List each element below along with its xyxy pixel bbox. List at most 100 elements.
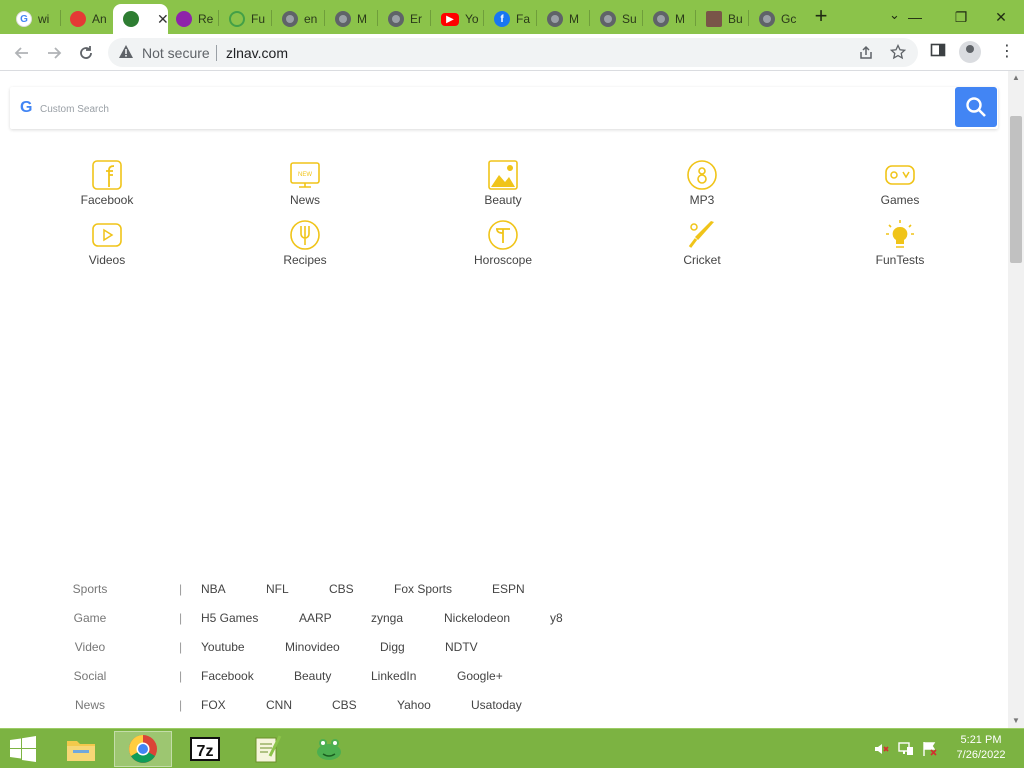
link-item[interactable]: Fox Sports (394, 582, 452, 596)
search-icon (966, 97, 986, 117)
link-item[interactable]: NDTV (445, 640, 478, 654)
category-cricket[interactable]: Cricket (642, 219, 762, 267)
link-item[interactable]: Beauty (294, 669, 331, 683)
tab-10[interactable]: f Fa (484, 4, 534, 34)
new-tab-button[interactable]: + (809, 5, 833, 29)
link-row-label[interactable]: Video (64, 640, 116, 654)
tab-2[interactable]: An (60, 4, 110, 34)
tab-5[interactable]: Fu (219, 4, 269, 34)
close-window-button[interactable]: ✕ (978, 0, 1024, 34)
category-recipes[interactable]: Recipes (245, 219, 365, 267)
link-item[interactable]: zynga (371, 611, 403, 625)
windows-taskbar: 7z 5:21 PM 7/26/2022 (0, 728, 1024, 768)
link-row-label[interactable]: Game (64, 611, 116, 625)
link-item[interactable]: NFL (266, 582, 289, 596)
security-status[interactable]: Not secure (142, 45, 210, 61)
link-item[interactable]: Yahoo (397, 698, 431, 712)
start-button[interactable] (6, 735, 40, 763)
tab-12[interactable]: Su (590, 4, 640, 34)
news-icon: NEW (290, 162, 320, 188)
taskbar-notepad-plus-plus[interactable] (238, 731, 296, 767)
reload-button[interactable] (73, 40, 99, 66)
page-scrollbar[interactable]: ▲ ▼ (1008, 71, 1024, 728)
scrollbar-thumb[interactable] (1010, 116, 1022, 263)
link-item[interactable]: CBS (332, 698, 357, 712)
link-row-label[interactable]: Social (64, 669, 116, 683)
link-divider: | (179, 698, 183, 712)
category-beauty[interactable]: Beauty (443, 159, 563, 207)
link-item[interactable]: Facebook (201, 669, 254, 683)
forward-button[interactable] (41, 40, 67, 66)
globe-leaf-icon (123, 11, 139, 27)
tab-15[interactable]: Gc (749, 4, 799, 34)
image-icon (706, 11, 722, 27)
taskbar-file-explorer[interactable] (52, 731, 110, 767)
link-item[interactable]: H5 Games (201, 611, 258, 625)
category-videos[interactable]: Videos (47, 219, 167, 267)
warning-icon[interactable] (118, 44, 134, 60)
tab-4[interactable]: Re (166, 4, 216, 34)
share-icon[interactable] (858, 45, 874, 61)
svg-text:NEW: NEW (298, 172, 312, 178)
side-panel-icon[interactable] (930, 42, 946, 58)
link-item[interactable]: FOX (201, 698, 226, 712)
taskbar-frog-app[interactable] (300, 731, 358, 767)
link-item[interactable]: LinkedIn (371, 669, 416, 683)
menu-dots-icon[interactable]: ⋮ (999, 41, 1015, 61)
link-item[interactable]: Google+ (457, 669, 503, 683)
link-item[interactable]: CBS (329, 582, 354, 596)
volume-muted-icon[interactable] (874, 741, 890, 757)
link-item[interactable]: Minovideo (285, 640, 340, 654)
link-row-label[interactable]: News (64, 698, 116, 712)
tab-13[interactable]: M (643, 4, 693, 34)
tab-1[interactable]: G wi (6, 4, 56, 34)
tab-3-active[interactable]: ✕ (113, 4, 168, 34)
bookmark-star-icon[interactable] (890, 44, 906, 60)
scroll-down-arrow-icon[interactable]: ▼ (1008, 714, 1024, 728)
profile-avatar[interactable] (959, 41, 981, 63)
tab-9[interactable]: ▶ Yo (431, 4, 481, 34)
link-item[interactable]: CNN (266, 698, 292, 712)
scroll-up-arrow-icon[interactable]: ▲ (1008, 71, 1024, 85)
link-item[interactable]: Digg (380, 640, 405, 654)
link-item[interactable]: Usatoday (471, 698, 522, 712)
link-divider: | (179, 611, 183, 625)
search-input[interactable] (10, 87, 954, 129)
link-item[interactable]: ESPN (492, 582, 525, 596)
tab-11[interactable]: M (537, 4, 587, 34)
category-facebook[interactable]: Facebook (47, 159, 167, 207)
link-item[interactable]: y8 (550, 611, 563, 625)
category-horoscope[interactable]: Horoscope (443, 219, 563, 267)
category-games[interactable]: Games (840, 159, 960, 207)
category-mp3[interactable]: MP3 (642, 159, 762, 207)
cricket-icon (688, 221, 714, 248)
tab-14[interactable]: Bu (696, 4, 746, 34)
url-text[interactable]: zlnav.com (226, 45, 288, 61)
link-divider: | (179, 640, 183, 654)
link-item[interactable]: AARP (299, 611, 332, 625)
link-item[interactable]: NBA (201, 582, 226, 596)
globe-icon (547, 11, 563, 27)
link-row-label[interactable]: Sports (64, 582, 116, 596)
link-item[interactable]: Youtube (201, 640, 245, 654)
custom-search-box: G (10, 87, 998, 129)
category-news[interactable]: NEW News (245, 159, 365, 207)
address-bar[interactable]: Not secure zlnav.com (108, 38, 918, 67)
tab-title: M (569, 12, 579, 26)
back-button[interactable] (9, 40, 35, 66)
search-button[interactable] (955, 87, 997, 127)
facebook-icon: f (494, 11, 510, 27)
tab-6[interactable]: en (272, 4, 322, 34)
tab-8[interactable]: Er (378, 4, 428, 34)
category-funtests[interactable]: FunTests (840, 219, 960, 267)
taskbar-chrome[interactable] (114, 731, 172, 767)
taskbar-7zip[interactable]: 7z (176, 731, 234, 767)
action-center-flag-icon[interactable] (922, 741, 938, 757)
link-item[interactable]: Nickelodeon (444, 611, 510, 625)
tab-7[interactable]: M (325, 4, 375, 34)
network-icon[interactable] (898, 741, 914, 757)
minimize-button[interactable]: — (892, 0, 938, 34)
tab-title: M (675, 12, 685, 26)
category-label: Videos (88, 253, 126, 267)
system-clock[interactable]: 5:21 PM 7/26/2022 (948, 733, 1014, 763)
